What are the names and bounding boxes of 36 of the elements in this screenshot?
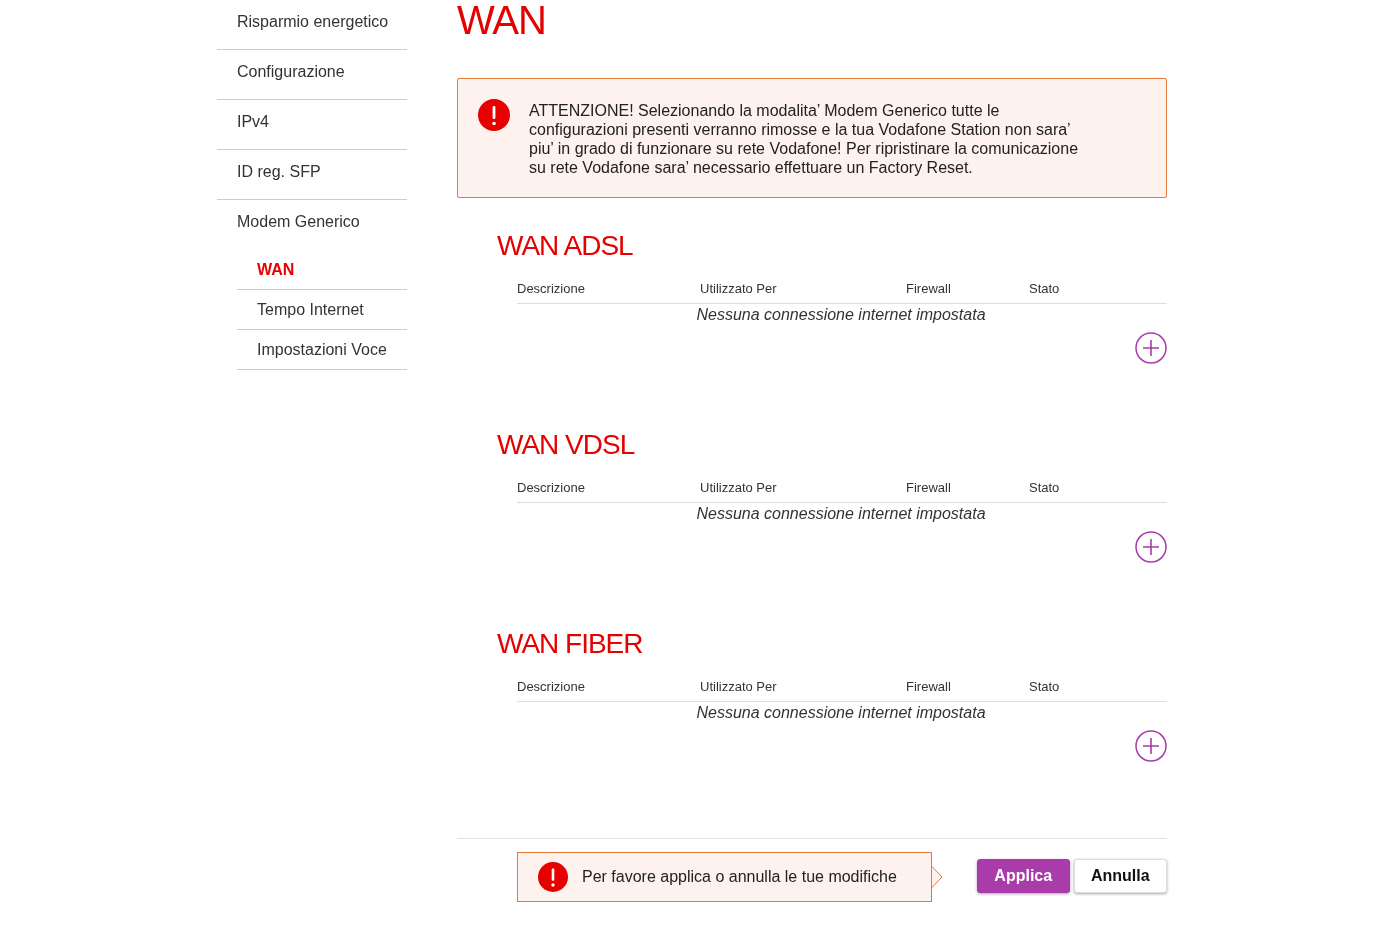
sidebar-subitem[interactable]: Impostazioni Voce [237,330,407,370]
column-header: Utilizzato Per [700,679,778,694]
sidebar-item[interactable]: IPv4 [217,100,407,150]
cancel-button[interactable]: Annulla [1073,859,1167,893]
apply-button[interactable]: Applica [977,859,1070,893]
alert-icon [538,862,568,892]
sidebar-item[interactable]: Modem Generico [217,200,407,250]
alert-icon [478,99,510,131]
empty-message: Nessuna connessione internet impostata [696,704,986,721]
page-title: WAN [457,0,547,40]
add-icon[interactable] [1135,730,1167,762]
column-header: Firewall [906,281,952,296]
sidebar-subitem[interactable]: WAN [237,250,407,290]
warning-text: ATTENZIONE! Selezionando la modalita’ Modem Generico tutte le configurazioni presenti verranno rimosse e la tua Vodafone Station non sara’ piu’ in grado di funzionare su rete Vodafone! Per ripristinare la comunicazione su rete Vodafone sara’ necessario effettuare un Factory Reset. [529,101,1079,178]
column-header: Stato [1029,281,1061,296]
notice-text: Per favore applica o annulla le tue modifiche [582,868,897,886]
sidebar-item[interactable]: Risparmio energetico [217,0,407,50]
add-icon[interactable] [1135,332,1167,364]
column-header: Stato [1029,480,1061,495]
column-header: Descrizione [517,480,586,495]
section-title: WAN ADSL [497,229,634,262]
column-header: Utilizzato Per [700,281,778,296]
section-title: WAN FIBER [497,627,644,660]
column-header: Descrizione [517,679,586,694]
sidebar-subitem[interactable]: Tempo Internet [237,290,407,330]
empty-message: Nessuna connessione internet impostata [696,505,986,522]
sidebar-item[interactable]: ID reg. SFP [217,150,407,200]
column-header: Utilizzato Per [700,480,778,495]
column-header: Stato [1029,679,1061,694]
add-icon[interactable] [1135,531,1167,563]
column-header: Firewall [906,679,952,694]
empty-message: Nessuna connessione internet impostata [696,306,986,323]
column-header: Descrizione [517,281,586,296]
sidebar-item[interactable]: Configurazione [217,50,407,100]
section-title: WAN VDSL [497,428,636,461]
column-header: Firewall [906,480,952,495]
